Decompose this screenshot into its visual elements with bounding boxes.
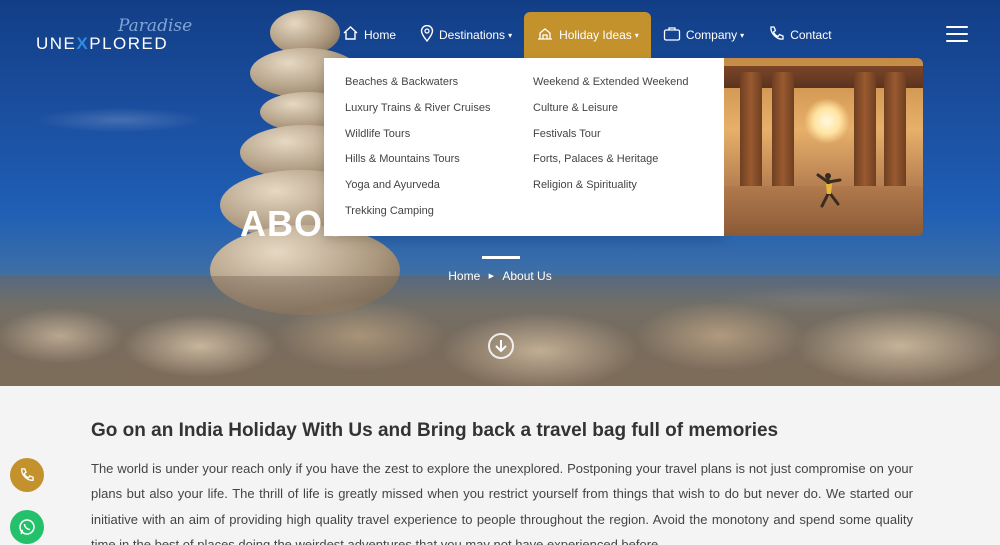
dropdown-item[interactable]: Weekend & Extended Weekend (533, 74, 689, 100)
chevron-down-icon: ▾ (740, 30, 745, 40)
dropdown-item[interactable]: Religion & Spirituality (533, 177, 689, 203)
yoga-figure-icon (816, 173, 842, 208)
dropdown-item[interactable]: Culture & Leisure (533, 100, 689, 126)
whatsapp-button[interactable] (10, 510, 44, 544)
section-paragraph: The world is under your reach only if yo… (91, 461, 913, 545)
logo-wordmark: UNEXPLORED (36, 34, 169, 53)
section-heading: Go on an India Holiday With Us and Bring… (91, 420, 779, 441)
dropdown-column-right: Weekend & Extended Weekend Culture & Lei… (533, 74, 689, 203)
chevron-down-icon: ▾ (634, 30, 639, 40)
site-logo[interactable]: Paradise UNEXPLORED (36, 16, 192, 58)
logo-script-text: Paradise (118, 16, 193, 36)
nav-home[interactable]: Home (330, 12, 408, 58)
chevron-down-icon: ▾ (508, 30, 513, 40)
dropdown-item[interactable]: Trekking Camping (345, 203, 491, 229)
phone-icon (768, 25, 785, 46)
dropdown-item[interactable]: Hills & Mountains Tours (345, 151, 491, 177)
hamburger-menu-icon[interactable] (946, 26, 968, 44)
holiday-ideas-dropdown: Beaches & Backwaters Luxury Trains & Riv… (324, 58, 724, 236)
home-icon (342, 25, 359, 45)
nav-contact[interactable]: Contact (756, 12, 843, 58)
dropdown-item[interactable]: Forts, Palaces & Heritage (533, 151, 689, 177)
arrow-down-icon (495, 340, 507, 353)
whatsapp-icon (19, 519, 35, 535)
breadcrumb: Home ▶ About Us (0, 268, 1000, 283)
nav-destinations[interactable]: Destinations ▾ (408, 12, 524, 58)
dropdown-item[interactable]: Festivals Tour (533, 126, 689, 152)
dropdown-item[interactable]: Yoga and Ayurveda (345, 177, 491, 203)
dropdown-promo-image (724, 58, 923, 236)
briefcase-icon (663, 26, 681, 45)
title-underline (482, 256, 520, 259)
main-nav: Home Destinations ▾ Holiday Ideas ▾ Comp… (330, 12, 844, 58)
nav-holiday-ideas[interactable]: Holiday Ideas ▾ (524, 12, 651, 58)
scroll-down-icon[interactable] (488, 333, 514, 359)
breadcrumb-home-link[interactable]: Home (448, 269, 480, 283)
dropdown-item[interactable]: Wildlife Tours (345, 126, 491, 152)
nav-company[interactable]: Company ▾ (651, 12, 756, 58)
breadcrumb-current: About Us (502, 268, 552, 283)
holiday-icon (536, 25, 554, 45)
phone-icon (21, 468, 34, 481)
breadcrumb-separator-icon: ▶ (488, 272, 495, 280)
dropdown-item[interactable]: Luxury Trains & River Cruises (345, 100, 491, 126)
dropdown-column-left: Beaches & Backwaters Luxury Trains & Riv… (345, 74, 491, 229)
rocks-foreground (0, 276, 1000, 386)
call-button[interactable] (10, 458, 44, 492)
dropdown-item[interactable]: Beaches & Backwaters (345, 74, 491, 100)
map-pin-icon (420, 24, 434, 46)
